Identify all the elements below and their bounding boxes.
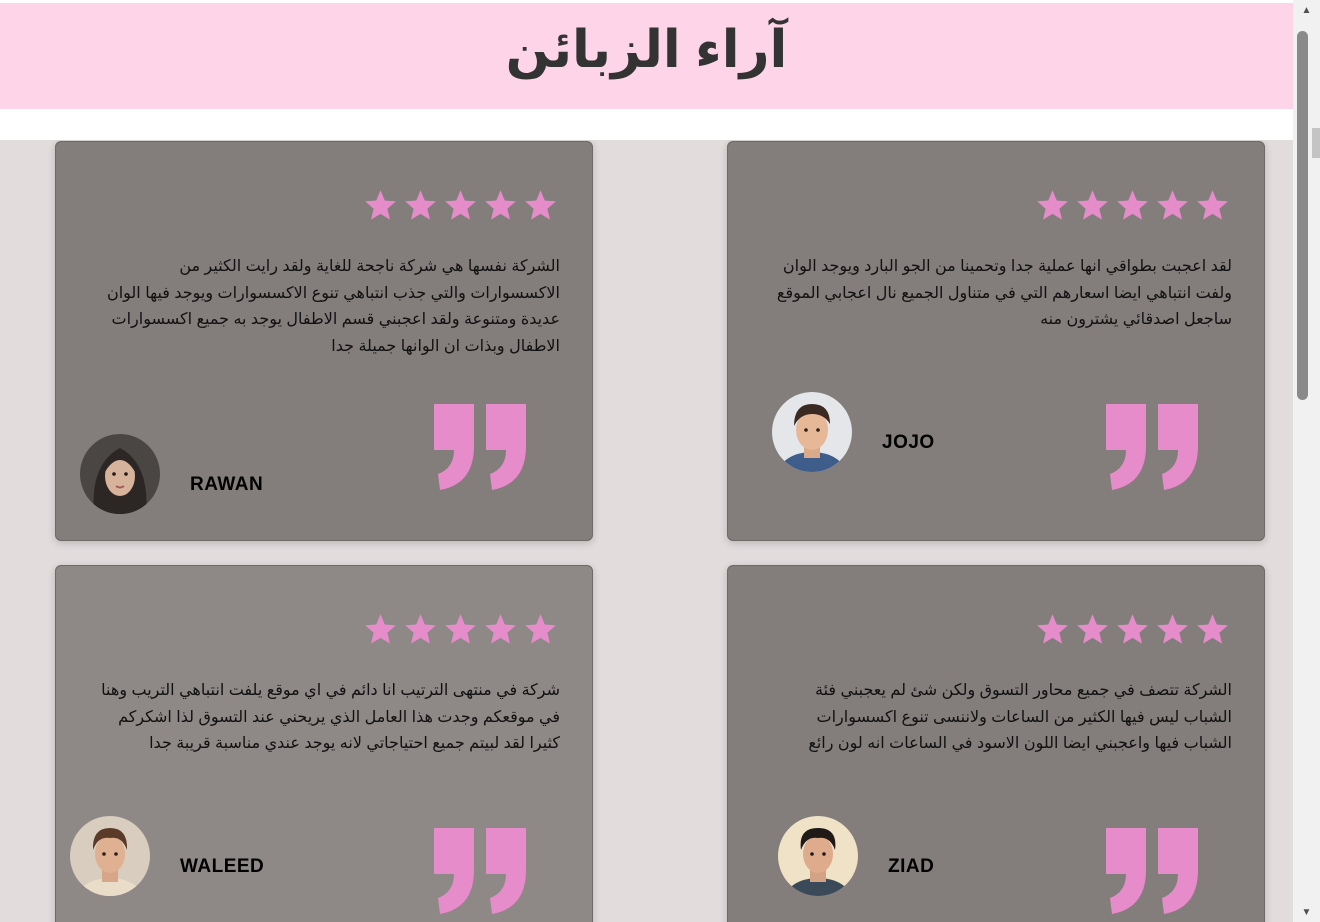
review-text: الشركة تتصف في جميع محاور التسوق ولكن شئ…	[808, 682, 1232, 752]
reviewer-name: ZIAD	[888, 856, 935, 877]
star-icon	[1037, 190, 1068, 220]
star-icon	[1197, 614, 1228, 644]
reviewer-name: WALEED	[180, 856, 265, 877]
star-icon	[1077, 190, 1108, 220]
quote-icon	[432, 402, 532, 492]
star-rating	[363, 612, 558, 647]
star-rating	[1035, 188, 1230, 223]
star-rating	[363, 188, 558, 223]
avatar	[70, 816, 150, 896]
star-icon	[525, 614, 556, 644]
star-icon	[365, 614, 396, 644]
scroll-up-arrow-icon[interactable]: ▲	[1293, 0, 1320, 20]
reviewer-name: RAWAN	[190, 474, 264, 495]
reviews-section: لقد اعجبت بطواقي انها عملية جدا وتحمينا …	[0, 140, 1293, 922]
star-icon	[1037, 614, 1068, 644]
review-card: لقد اعجبت بطواقي انها عملية جدا وتحمينا …	[727, 141, 1265, 541]
star-icon	[1157, 190, 1188, 220]
star-icon	[1117, 190, 1148, 220]
avatar	[80, 434, 160, 514]
star-icon	[365, 190, 396, 220]
scrollbar-thumb[interactable]	[1297, 31, 1308, 400]
star-icon	[405, 190, 436, 220]
avatar-male-icon	[772, 392, 852, 472]
star-icon	[405, 614, 436, 644]
page-header: آراء الزبائن	[0, 3, 1293, 109]
avatar-male-icon	[778, 816, 858, 896]
star-icon	[445, 190, 476, 220]
star-icon	[1117, 614, 1148, 644]
scroll-down-arrow-icon[interactable]: ▼	[1293, 902, 1320, 922]
vertical-scrollbar[interactable]: ▲ ▼	[1293, 0, 1320, 922]
star-icon	[1077, 614, 1108, 644]
quote-icon	[432, 826, 532, 916]
star-icon	[445, 614, 476, 644]
star-rating	[1035, 612, 1230, 647]
star-icon	[1157, 614, 1188, 644]
star-icon	[485, 190, 516, 220]
quote-icon	[1104, 402, 1204, 492]
star-icon	[485, 614, 516, 644]
review-card: الشركة نفسها هي شركة ناجحة للغاية ولقد ر…	[55, 141, 593, 541]
page-title: آراء الزبائن	[505, 21, 788, 79]
scrollbar-marker	[1312, 128, 1320, 158]
avatar	[772, 392, 852, 472]
review-text: شركة في منتهى الترتيب انا دائم في اي موق…	[101, 682, 560, 752]
avatar	[778, 816, 858, 896]
review-text: الشركة نفسها هي شركة ناجحة للغاية ولقد ر…	[106, 258, 560, 355]
avatar-female-icon	[80, 434, 160, 514]
review-card: شركة في منتهى الترتيب انا دائم في اي موق…	[55, 565, 593, 922]
reviewer-name: JOJO	[882, 432, 935, 453]
star-icon	[1197, 190, 1228, 220]
avatar-male-icon	[70, 816, 150, 896]
quote-icon	[1104, 826, 1204, 916]
star-icon	[525, 190, 556, 220]
review-card: الشركة تتصف في جميع محاور التسوق ولكن شئ…	[727, 565, 1265, 922]
review-text: لقد اعجبت بطواقي انها عملية جدا وتحمينا …	[776, 258, 1232, 328]
